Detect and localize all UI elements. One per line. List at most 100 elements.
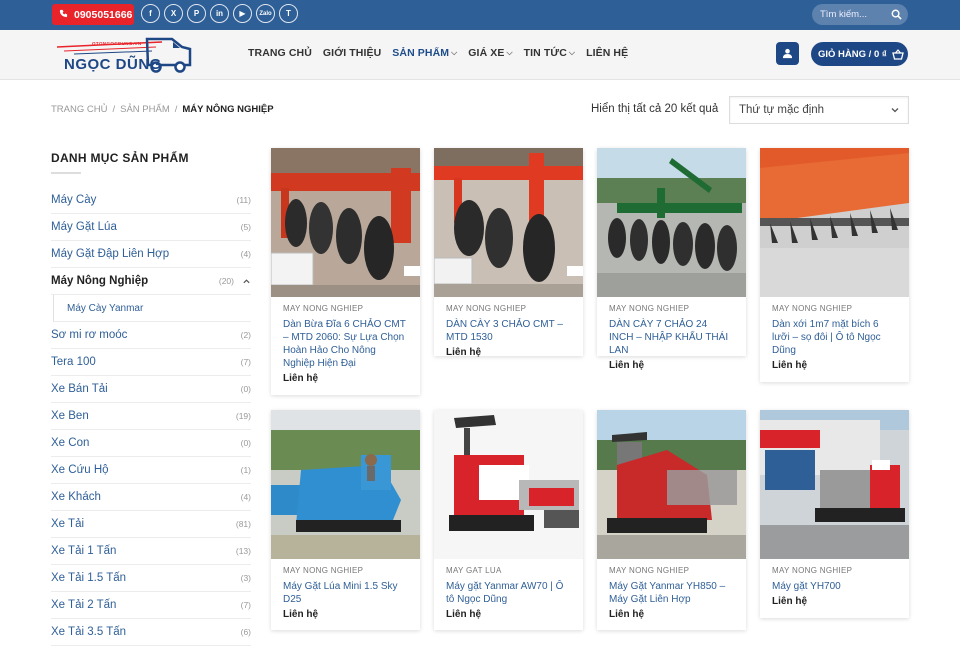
product-price: Liên hệ <box>283 373 319 384</box>
nav-products[interactable]: SẢN PHẨM ⌵ <box>392 47 457 59</box>
product-image-disc-plough-green[interactable] <box>597 148 746 297</box>
product-category: MAY NONG NGHIEP <box>609 304 690 313</box>
product-title[interactable]: Máy gặt YH700 <box>772 580 897 593</box>
product-price: Liên hệ <box>446 347 482 358</box>
nav-news[interactable]: TIN TỨC ⌵ <box>524 47 575 59</box>
product-card[interactable]: MAY NONG NGHIEP DÀN CÀY 3 CHẢO CMT – MTD… <box>434 148 583 358</box>
product-category: MAY NONG NGHIEP <box>446 304 527 313</box>
product-price: Liên hệ <box>446 609 482 620</box>
product-title[interactable]: DÀN CÀY 3 CHẢO CMT – MTD 1530 <box>446 318 571 344</box>
sidebar-item-xe-tai-3-5-tan[interactable]: Xe Tải 3.5 Tấn (6) <box>51 619 251 646</box>
product-image-yanmar-yh700[interactable] <box>760 410 909 559</box>
twitch-icon[interactable]: T <box>279 4 298 23</box>
product-card[interactable]: MAY NONG NGHIEP Máy Gặt Lúa Mini 1.5 Sky… <box>271 410 420 630</box>
sidebar-item-may-gat-dap[interactable]: Máy Gặt Đập Liên Hợp (4) <box>51 241 251 268</box>
zalo-icon[interactable]: Zalo <box>256 4 275 23</box>
youtube-icon[interactable]: ▶ <box>233 4 252 23</box>
basket-icon <box>891 48 904 60</box>
chevron-down-icon: ⌵ <box>451 48 458 57</box>
product-image-rotary-tiller[interactable] <box>760 148 909 297</box>
category-list: Máy Cày (11) Máy Gặt Lúa (5) Máy Gặt Đập L… <box>51 187 251 646</box>
breadcrumb: TRANG CHỦ / SẢN PHẨM / MÁY NÔNG NGHIỆP <box>51 104 274 115</box>
sort-value: Thứ tự mặc định <box>739 104 825 116</box>
sidebar-item-so-mi-ro-mooc[interactable]: Sơ mi rơ moóc (2) <box>51 322 251 349</box>
product-price: Liên hệ <box>609 609 645 620</box>
sidebar-item-xe-tai-1-5-tan[interactable]: Xe Tải 1.5 Tấn (3) <box>51 565 251 592</box>
logo-text: NGỌC DŨNG <box>64 56 162 73</box>
product-card[interactable]: MAY NONG NGHIEP Máy Gặt Yanmar YH850 – M… <box>597 410 746 630</box>
product-price: Liên hệ <box>772 596 808 607</box>
product-card[interactable]: MAY NONG NGHIEP Máy gặt YH700 Liên hệ <box>760 410 909 618</box>
product-image-yanmar-aw70[interactable] <box>434 410 583 559</box>
chevron-down-icon: ⌵ <box>568 48 576 57</box>
sidebar-item-may-gat-lua[interactable]: Máy Gặt Lúa (5) <box>51 214 251 241</box>
sidebar-item-xe-tai[interactable]: Xe Tải (81) <box>51 511 251 538</box>
product-card[interactable]: MAY NONG NGHIEP Dàn Bừa Đĩa 6 CHẢO CMT –… <box>271 148 420 395</box>
product-category: MAY NONG NGHIEP <box>772 566 853 575</box>
breadcrumb-current: MÁY NÔNG NGHIỆP <box>182 104 274 115</box>
sidebar-item-xe-tai-2-tan[interactable]: Xe Tải 2 Tấn (7) <box>51 592 251 619</box>
sidebar-item-may-nong-nghiep[interactable]: Máy Nông Nghiệp (20) <box>51 268 251 295</box>
product-title[interactable]: Máy gặt Yanmar AW70 | Ô tô Ngọc Dũng <box>446 580 571 606</box>
top-bar: 0905051666 f X P in ▶ Zalo T <box>0 0 960 30</box>
sidebar-item-xe-tai-1-tan[interactable]: Xe Tải 1 Tấn (13) <box>51 538 251 565</box>
logo-tagline: OTONGOCDUNG.VN <box>92 41 142 46</box>
product-category: MAY GAT LUA <box>446 566 502 575</box>
x-twitter-icon[interactable]: X <box>164 4 183 23</box>
search-icon[interactable] <box>888 7 904 23</box>
nav-contact[interactable]: LIÊN HỆ <box>586 47 628 59</box>
product-image-disc-harrow[interactable] <box>271 148 420 297</box>
sort-select[interactable]: Thứ tự mặc định <box>729 96 909 124</box>
linkedin-icon[interactable]: in <box>210 4 229 23</box>
product-category: MAY NONG NGHIEP <box>283 304 364 313</box>
site-logo[interactable]: OTONGOCDUNG.VN NGỌC DŨNG <box>52 33 194 77</box>
product-category: MAY NONG NGHIEP <box>772 304 853 313</box>
sidebar-subitem-may-cay-yanmar[interactable]: Máy Cày Yanmar <box>53 295 251 322</box>
user-icon <box>782 48 793 59</box>
facebook-icon[interactable]: f <box>141 4 160 23</box>
main-header: OTONGOCDUNG.VN NGỌC DŨNG TRANG CHỦ GIỚI … <box>0 30 960 80</box>
sidebar-item-tera-100[interactable]: Tera 100 (7) <box>51 349 251 376</box>
product-image-disc-plough-red[interactable] <box>434 148 583 297</box>
product-price: Liên hệ <box>609 360 645 371</box>
product-title[interactable]: DÀN CÀY 7 CHẢO 24 INCH – NHẬP KHẨU THÁI … <box>609 318 734 357</box>
hotline-number: 0905051666 <box>74 8 133 21</box>
result-count: Hiển thị tất cả 20 kết quả <box>591 103 719 115</box>
sidebar-item-may-cay[interactable]: Máy Cày (11) <box>51 187 251 214</box>
breadcrumb-home[interactable]: TRANG CHỦ <box>51 104 107 115</box>
chevron-up-icon[interactable] <box>242 277 251 286</box>
breadcrumb-products[interactable]: SẢN PHẨM <box>120 104 170 115</box>
chevron-down-icon: ⌵ <box>506 48 513 57</box>
product-image-yanmar-yh850[interactable] <box>597 410 746 559</box>
breadcrumb-separator: / <box>174 104 178 115</box>
sidebar-title: DANH MỤC SẢN PHẨM <box>51 151 189 165</box>
product-title[interactable]: Máy Gặt Lúa Mini 1.5 Sky D25 <box>283 580 408 606</box>
product-card[interactable]: MAY NONG NGHIEP DÀN CÀY 7 CHẢO 24 INCH –… <box>597 148 746 371</box>
nav-about[interactable]: GIỚI THIỆU <box>323 47 381 59</box>
sidebar-item-xe-khach[interactable]: Xe Khách (4) <box>51 484 251 511</box>
product-price: Liên hệ <box>772 360 808 371</box>
cart-label: GIỎ HÀNG / 0 ₫ <box>818 48 887 60</box>
product-card[interactable]: MAY GAT LUA Máy gặt Yanmar AW70 | Ô tô N… <box>434 410 583 630</box>
nav-prices[interactable]: GIÁ XE ⌵ <box>468 47 512 59</box>
sidebar-item-xe-ben[interactable]: Xe Ben (19) <box>51 403 251 430</box>
product-price: Liên hệ <box>283 609 319 620</box>
hotline-button[interactable]: 0905051666 <box>52 4 134 25</box>
product-title[interactable]: Dàn Bừa Đĩa 6 CHẢO CMT – MTD 2060: Sự Lự… <box>283 318 408 370</box>
product-title[interactable]: Máy Gặt Yanmar YH850 – Máy Gặt Liên Hợp <box>609 580 734 606</box>
account-button[interactable] <box>776 42 799 65</box>
pinterest-icon[interactable]: P <box>187 4 206 23</box>
cart-button[interactable]: GIỎ HÀNG / 0 ₫ <box>811 42 908 66</box>
sidebar-item-xe-cuu-ho[interactable]: Xe Cứu Hộ (1) <box>51 457 251 484</box>
product-image-mini-harvester[interactable] <box>271 410 420 559</box>
sidebar-item-xe-ban-tai[interactable]: Xe Bán Tải (0) <box>51 376 251 403</box>
search-input[interactable] <box>812 9 888 20</box>
product-category: MAY NONG NGHIEP <box>609 566 690 575</box>
chevron-down-icon <box>891 108 899 113</box>
sidebar-item-xe-con[interactable]: Xe Con (0) <box>51 430 251 457</box>
nav-home[interactable]: TRANG CHỦ <box>248 47 312 59</box>
product-card[interactable]: MAY NONG NGHIEP Dàn xới 1m7 mặt bích 6 l… <box>760 148 909 382</box>
search-box <box>812 4 908 25</box>
breadcrumb-separator: / <box>112 104 116 115</box>
product-title[interactable]: Dàn xới 1m7 mặt bích 6 lưỡi – sọ đôi | Ô… <box>772 318 897 357</box>
